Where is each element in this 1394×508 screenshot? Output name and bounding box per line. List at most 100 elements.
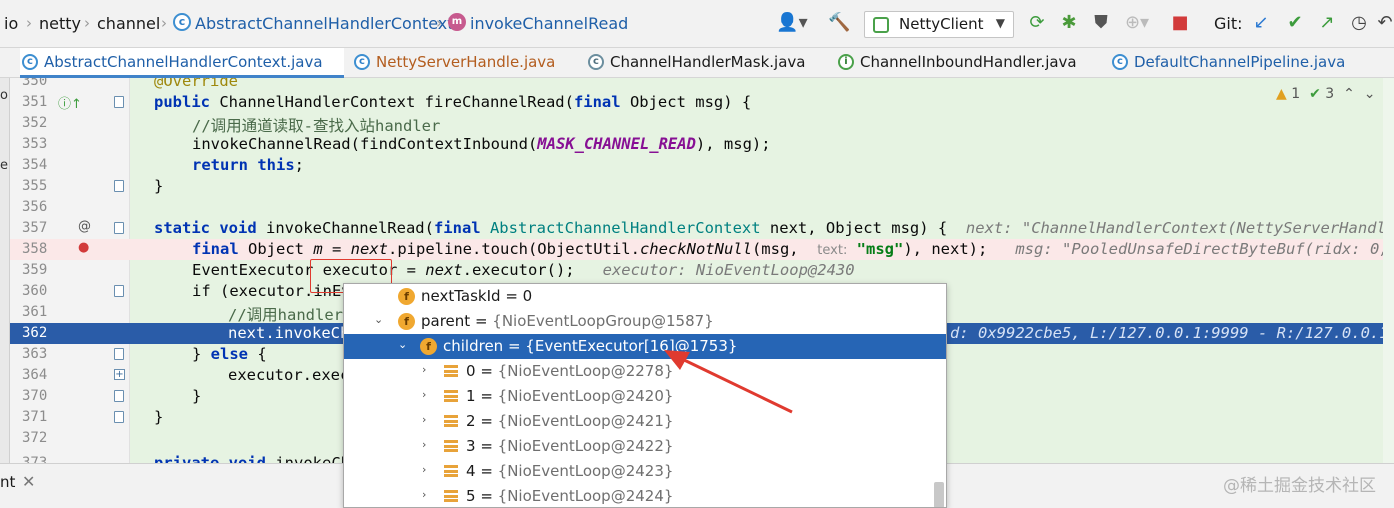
code-text: final Object m = next.pipeline.touch(Obj… [192, 240, 1394, 258]
breadcrumb-separator: › [436, 14, 442, 32]
chevron-up-icon[interactable]: ⌃ [1343, 86, 1355, 102]
row-text: 1 = {NioEventLoop@2420} [466, 387, 674, 405]
chevron-right-icon[interactable]: › [422, 488, 426, 501]
popup-row-child-2[interactable]: › 2 = {NioEventLoop@2421} [344, 409, 946, 434]
chevron-right-icon[interactable]: › [422, 438, 426, 451]
code-line[interactable]: 354 return this; [10, 155, 1394, 176]
breadcrumb-channel[interactable]: channel [97, 14, 160, 33]
row-value: {NioEventLoop@2278} [497, 362, 674, 380]
class-icon: c [22, 54, 38, 70]
fold-marker-icon[interactable] [114, 285, 124, 297]
code-line[interactable]: 352 //调用通道读取-查找入站handler [10, 113, 1394, 135]
popup-row-child-4[interactable]: › 4 = {NioEventLoop@2423} [344, 459, 946, 484]
watermark: @稀土掘金技术社区 [1223, 476, 1376, 496]
stop-icon[interactable]: ■ [1170, 12, 1190, 34]
chevron-down-icon: ▼ [995, 16, 1005, 30]
build-hammer-icon[interactable]: 🔨 [828, 12, 850, 34]
chevron-right-icon[interactable]: › [422, 413, 426, 426]
popup-row-child-0[interactable]: › 0 = {NioEventLoop@2278} [344, 359, 946, 384]
git-update-icon[interactable]: ↙ [1250, 12, 1272, 34]
debug-bug-icon[interactable]: ✱ [1058, 12, 1080, 34]
overrides-method-icon[interactable]: ⓘ↑ [58, 93, 82, 112]
code-line[interactable]: 357 @ static void invokeChannelRead(fina… [10, 218, 1394, 239]
row-value: {NioEventLoop@2424} [497, 487, 674, 505]
popup-scrollbar[interactable] [934, 482, 944, 507]
tool-window-label[interactable]: nt [0, 473, 15, 491]
code-line[interactable]: 351 ⓘ↑ public ChannelHandlerContext fire… [10, 92, 1394, 113]
tab-netty-server-handle[interactable]: c NettyServerHandle.java [352, 48, 578, 78]
code-line[interactable]: 355 } [10, 176, 1394, 197]
tab-channel-inbound-handler[interactable]: i ChannelInboundHandler.java [836, 48, 1104, 78]
breadcrumb-method[interactable]: invokeChannelRead [470, 14, 628, 33]
close-icon[interactable]: ✕ [22, 472, 35, 491]
code-comment: //调用handleri [228, 306, 353, 324]
breadcrumb-class[interactable]: AbstractChannelHandlerContext [195, 14, 454, 33]
popup-row-parent[interactable]: ⌄ f parent = {NioEventLoopGroup@1587} [344, 309, 946, 334]
run-configuration-select[interactable]: NettyClient ▼ [864, 11, 1014, 38]
chevron-down-icon[interactable]: ⌄ [1364, 86, 1376, 102]
fold-marker-icon[interactable] [114, 222, 124, 234]
code-text: EventExecutor executor = next.executor()… [192, 261, 855, 279]
breadcrumb-io[interactable]: io [4, 14, 18, 33]
breadcrumb-separator: › [161, 14, 167, 32]
usages-at-icon[interactable]: @ [78, 219, 91, 234]
coverage-shield-icon[interactable]: ⛊ [1090, 12, 1112, 34]
navigation-bar: io › netty › channel › c AbstractChannel… [0, 0, 1394, 48]
chevron-right-icon[interactable]: › [422, 388, 426, 401]
row-name: children [443, 337, 504, 355]
line-number: 371 [22, 409, 48, 425]
popup-row-children[interactable]: ⌄ f children = {EventExecutor[16]@1753} [344, 334, 946, 359]
popup-row-child-3[interactable]: › 3 = {NioEventLoop@2422} [344, 434, 946, 459]
popup-row-child-1[interactable]: › 1 = {NioEventLoop@2420} [344, 384, 946, 409]
line-number: 370 [22, 388, 48, 404]
editor-scrollbar[interactable] [1383, 78, 1394, 463]
tab-channel-handler-mask[interactable]: c ChannelHandlerMask.java [586, 48, 826, 78]
code-line-breakpoint[interactable]: 358 ● final Object m = next.pipeline.tou… [10, 239, 1394, 260]
code-line[interactable]: 356 [10, 197, 1394, 218]
chevron-down-icon[interactable]: ⌄ [374, 313, 383, 326]
rerun-icon[interactable]: ⟳ [1026, 12, 1048, 34]
fold-marker-icon[interactable] [114, 411, 124, 423]
revert-icon[interactable]: ↶ [1376, 12, 1394, 34]
row-value: {NioEventLoopGroup@1587} [492, 312, 714, 330]
code-text: static void invokeChannelRead(final Abst… [154, 219, 1394, 237]
git-push-icon[interactable]: ↗ [1316, 12, 1338, 34]
row-name: nextTaskId [421, 287, 501, 305]
line-number: 359 [22, 262, 48, 278]
editor-tabs: c AbstractChannelHandlerContext.java c N… [0, 48, 1394, 78]
code-text: invokeChannelRead(findContextInbound(MAS… [192, 135, 771, 153]
inspection-widget[interactable]: ▲ 1 ✔ 3 ⌃ ⌄ [1276, 86, 1375, 102]
popup-row-next-task-id[interactable]: f nextTaskId = 0 [344, 284, 946, 309]
popup-row-child-5[interactable]: › 5 = {NioEventLoop@2424} [344, 484, 946, 507]
tool-strip-mark: e [0, 158, 8, 173]
code-line[interactable]: 359 EventExecutor executor = next.execut… [10, 260, 1394, 281]
code-line[interactable]: 350 @Override [10, 78, 1394, 92]
fold-marker-icon[interactable] [114, 390, 124, 402]
git-commit-check-icon[interactable]: ✔ [1284, 12, 1306, 34]
profiler-icon[interactable]: ⊕▾ [1120, 12, 1154, 34]
row-text: 3 = {NioEventLoop@2422} [466, 437, 674, 455]
expand-fold-icon[interactable]: + [114, 369, 125, 380]
breadcrumb-netty[interactable]: netty [39, 14, 81, 33]
chevron-down-icon[interactable]: ⌄ [398, 338, 407, 351]
line-number: 360 [22, 283, 48, 299]
chevron-right-icon[interactable]: › [422, 463, 426, 476]
code-text: public ChannelHandlerContext fireChannel… [154, 93, 752, 111]
row-text: 2 = {NioEventLoop@2421} [466, 412, 674, 430]
chevron-right-icon[interactable]: › [422, 363, 426, 376]
git-history-clock-icon[interactable]: ◷ [1348, 12, 1370, 34]
user-icon[interactable]: 👤▾ [774, 12, 810, 34]
row-text: 5 = {NioEventLoop@2424} [466, 487, 674, 505]
fold-marker-icon[interactable] [114, 348, 124, 360]
breadcrumb-separator: › [26, 14, 32, 32]
tab-label: NettyServerHandle.java [376, 53, 556, 71]
breadcrumb-separator: › [84, 14, 90, 32]
tab-default-channel-pipeline[interactable]: c DefaultChannelPipeline.java [1110, 48, 1394, 78]
tab-abstract-channel-handler-context[interactable]: c AbstractChannelHandlerContext.java [20, 48, 344, 78]
debugger-value-popup[interactable]: f nextTaskId = 0 ⌄ f parent = {NioEventL… [343, 283, 947, 508]
fold-marker-icon[interactable] [114, 96, 124, 108]
code-line[interactable]: 353 invokeChannelRead(findContextInbound… [10, 134, 1394, 155]
fold-marker-icon[interactable] [114, 180, 124, 192]
breakpoint-icon[interactable]: ● [78, 240, 89, 255]
array-element-icon [444, 440, 458, 452]
